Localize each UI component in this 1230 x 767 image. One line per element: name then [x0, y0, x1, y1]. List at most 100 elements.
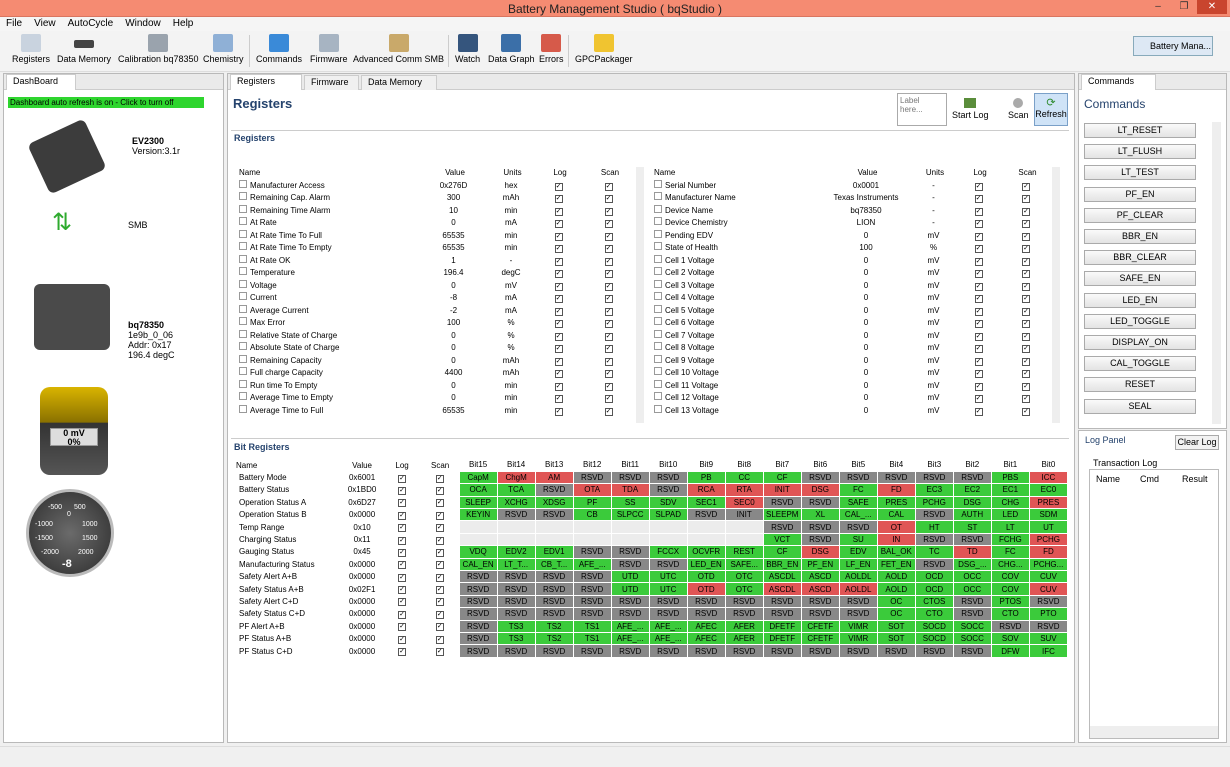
scan-checkbox[interactable]: ✓ [604, 357, 613, 366]
scan-checkbox[interactable]: ✓ [1022, 195, 1030, 204]
scan-checkbox[interactable]: ✓ [1022, 257, 1030, 266]
log-checkbox[interactable]: ✓ [398, 524, 407, 533]
command-button-led-en[interactable]: LED_EN [1084, 292, 1196, 308]
right-scrollbar[interactable] [1052, 167, 1060, 423]
perspective-button[interactable]: Battery Mana... [1133, 36, 1213, 56]
scan-checkbox[interactable]: ✓ [1022, 182, 1030, 191]
menu-view[interactable]: View [28, 17, 62, 31]
tab-data-memory[interactable]: Data Memory [361, 75, 437, 90]
log-hscrollbar[interactable] [1090, 726, 1218, 738]
log-checkbox[interactable]: ✓ [974, 395, 983, 404]
command-button-lt-test[interactable]: LT_TEST [1084, 165, 1196, 181]
log-checkbox[interactable]: ✓ [398, 635, 407, 644]
scan-checkbox[interactable]: ✓ [435, 561, 444, 570]
log-checkbox[interactable]: ✓ [554, 220, 563, 229]
register-row[interactable]: Cell 8 Voltage 0 mV ✓ ✓ [651, 342, 1051, 355]
register-row[interactable]: Cell 10 Voltage 0 mV ✓ ✓ [651, 367, 1051, 380]
log-checkbox[interactable]: ✓ [398, 561, 407, 570]
log-checkbox[interactable]: ✓ [554, 395, 563, 404]
scan-checkbox[interactable]: ✓ [435, 623, 444, 632]
bit-register-row[interactable]: Operation Status A 0x6D27 ✓ ✓ SLEEP XCHG XDSG P… [236, 495, 1068, 510]
register-row[interactable]: Remaining Time Alarm 10 min ✓ ✓ [236, 204, 636, 218]
toolbar-watch[interactable]: Watch [455, 34, 480, 64]
scan-checkbox[interactable]: ✓ [604, 395, 613, 404]
log-checkbox[interactable]: ✓ [974, 382, 983, 391]
register-row[interactable]: Relative State of Charge 0% ✓ ✓ [236, 329, 636, 343]
scan-checkbox[interactable]: ✓ [604, 195, 613, 204]
register-row[interactable]: Cell 5 Voltage 0 mV ✓ ✓ [651, 304, 1051, 318]
log-checkbox[interactable]: ✓ [398, 623, 407, 632]
scan-checkbox[interactable]: ✓ [1022, 245, 1030, 254]
log-checkbox[interactable]: ✓ [974, 407, 983, 416]
scan-checkbox[interactable]: ✓ [435, 573, 444, 582]
register-row[interactable]: Manufacturer Access 0x276D hex ✓ ✓ [236, 179, 636, 193]
menu-help[interactable]: Help [167, 17, 200, 31]
tab-firmware[interactable]: Firmware [304, 75, 359, 90]
register-row[interactable]: Cell 6 Voltage 0 mV ✓ ✓ [651, 317, 1051, 330]
scan-checkbox[interactable]: ✓ [604, 220, 613, 229]
menu-autocycle[interactable]: AutoCycle [62, 17, 120, 31]
command-button-pf-clear[interactable]: PF_CLEAR [1084, 207, 1196, 223]
log-checkbox[interactable]: ✓ [398, 648, 407, 657]
auto-refresh-toggle[interactable]: Dashboard auto refresh is on - Click to … [8, 97, 204, 108]
toolbar-errors[interactable]: Errors [539, 34, 564, 64]
log-checkbox[interactable]: ✓ [554, 232, 563, 241]
bit-register-row[interactable]: Gauging Status 0x45 ✓ ✓ VDQ EDV2 EDV1 RSVD RSVD F… [236, 545, 1068, 559]
log-checkbox[interactable]: ✓ [554, 295, 563, 304]
log-checkbox[interactable]: ✓ [554, 345, 563, 354]
log-checkbox[interactable]: ✓ [398, 474, 407, 483]
tab-registers[interactable]: Registers [230, 74, 302, 90]
log-checkbox[interactable]: ✓ [974, 332, 983, 341]
scan-checkbox[interactable]: ✓ [1022, 332, 1030, 341]
bit-register-row[interactable]: Charging Status 0x11 ✓ ✓ VCT RSVD SU IN RSVD RSVD… [236, 532, 1068, 547]
log-checkbox[interactable]: ✓ [398, 586, 407, 595]
register-row[interactable]: State of Health 100% ✓ ✓ [651, 242, 1051, 255]
register-row[interactable]: Cell 2 Voltage 0 mV ✓ ✓ [651, 267, 1051, 280]
scan-checkbox[interactable]: ✓ [435, 635, 444, 644]
bit-register-row[interactable]: Safety Alert C+D 0x0000 ✓ ✓ RSVD RSVD RSVD RSVD… [236, 594, 1068, 609]
register-row[interactable]: Pending EDV 0 mV ✓ ✓ [651, 229, 1051, 243]
log-checkbox[interactable]: ✓ [554, 257, 563, 266]
bit-register-row[interactable]: Safety Alert A+B 0x0000 ✓ ✓ RSVD RSVD RSVD RSVD… [236, 569, 1068, 584]
scan-checkbox[interactable]: ✓ [604, 320, 613, 329]
register-row[interactable]: Remaining Capacity 0 mAh ✓ ✓ [236, 354, 636, 368]
log-checkbox[interactable]: ✓ [974, 207, 983, 216]
scan-checkbox[interactable]: ✓ [435, 524, 444, 533]
toolbar-advanced-comm[interactable]: Advanced Comm SMB [353, 34, 444, 64]
menu-window[interactable]: Window [119, 17, 167, 31]
bit-register-row[interactable]: Safety Status A+B 0x02F1 ✓ ✓ RSVD RSVD RSVD RSV… [236, 582, 1068, 596]
scan-checkbox[interactable]: ✓ [435, 548, 444, 557]
bit-register-row[interactable]: Manufacturing Status 0x0000 ✓ ✓ CAL_EN LT_T..… [236, 557, 1068, 572]
scan-checkbox[interactable]: ✓ [435, 586, 444, 595]
left-scrollbar[interactable] [636, 167, 644, 423]
scan-checkbox[interactable]: ✓ [435, 511, 444, 520]
minimize-button[interactable]: – [1145, 0, 1171, 14]
register-row[interactable]: Cell 4 Voltage 0 mV ✓ ✓ [651, 292, 1051, 305]
register-row[interactable]: At Rate Time To Full 65535 min ✓ ✓ [236, 229, 636, 243]
scan-checkbox[interactable]: ✓ [604, 245, 613, 254]
bit-register-row[interactable]: Temp Range 0x10 ✓ ✓ RSVD RSVD RSVD OT HT ST LT UT [236, 520, 1068, 534]
scan-checkbox[interactable]: ✓ [604, 270, 613, 279]
scan-checkbox[interactable]: ✓ [435, 486, 444, 495]
command-button-safe-en[interactable]: SAFE_EN [1084, 271, 1196, 287]
register-row[interactable]: Cell 1 Voltage 0 mV ✓ ✓ [651, 254, 1051, 268]
register-row[interactable]: Cell 11 Voltage 0 mV ✓ ✓ [651, 379, 1051, 393]
command-button-display-on[interactable]: DISPLAY_ON [1084, 335, 1196, 350]
log-checkbox[interactable]: ✓ [974, 307, 983, 316]
scan-checkbox[interactable]: ✓ [1022, 232, 1030, 241]
register-row[interactable]: Current -8 mA ✓ ✓ [236, 292, 636, 305]
command-button-seal[interactable]: SEAL [1084, 398, 1196, 414]
scan-checkbox[interactable]: ✓ [1022, 220, 1030, 229]
register-row[interactable]: Absolute State of Charge 0% ✓ ✓ [236, 342, 636, 355]
scan-checkbox[interactable]: ✓ [604, 332, 613, 341]
toolbar-commands[interactable]: Commands [256, 34, 302, 64]
log-checkbox[interactable]: ✓ [554, 370, 563, 379]
scan-checkbox[interactable]: ✓ [604, 282, 613, 291]
command-button-reset[interactable]: RESET [1084, 377, 1196, 393]
log-checkbox[interactable]: ✓ [554, 195, 563, 204]
register-row[interactable]: Cell 7 Voltage 0 mV ✓ ✓ [651, 329, 1051, 343]
log-checkbox[interactable]: ✓ [554, 382, 563, 391]
toolbar-calibration[interactable]: Calibration bq78350 [118, 34, 199, 64]
log-checkbox[interactable]: ✓ [398, 598, 407, 607]
scan-checkbox[interactable]: ✓ [604, 345, 613, 354]
